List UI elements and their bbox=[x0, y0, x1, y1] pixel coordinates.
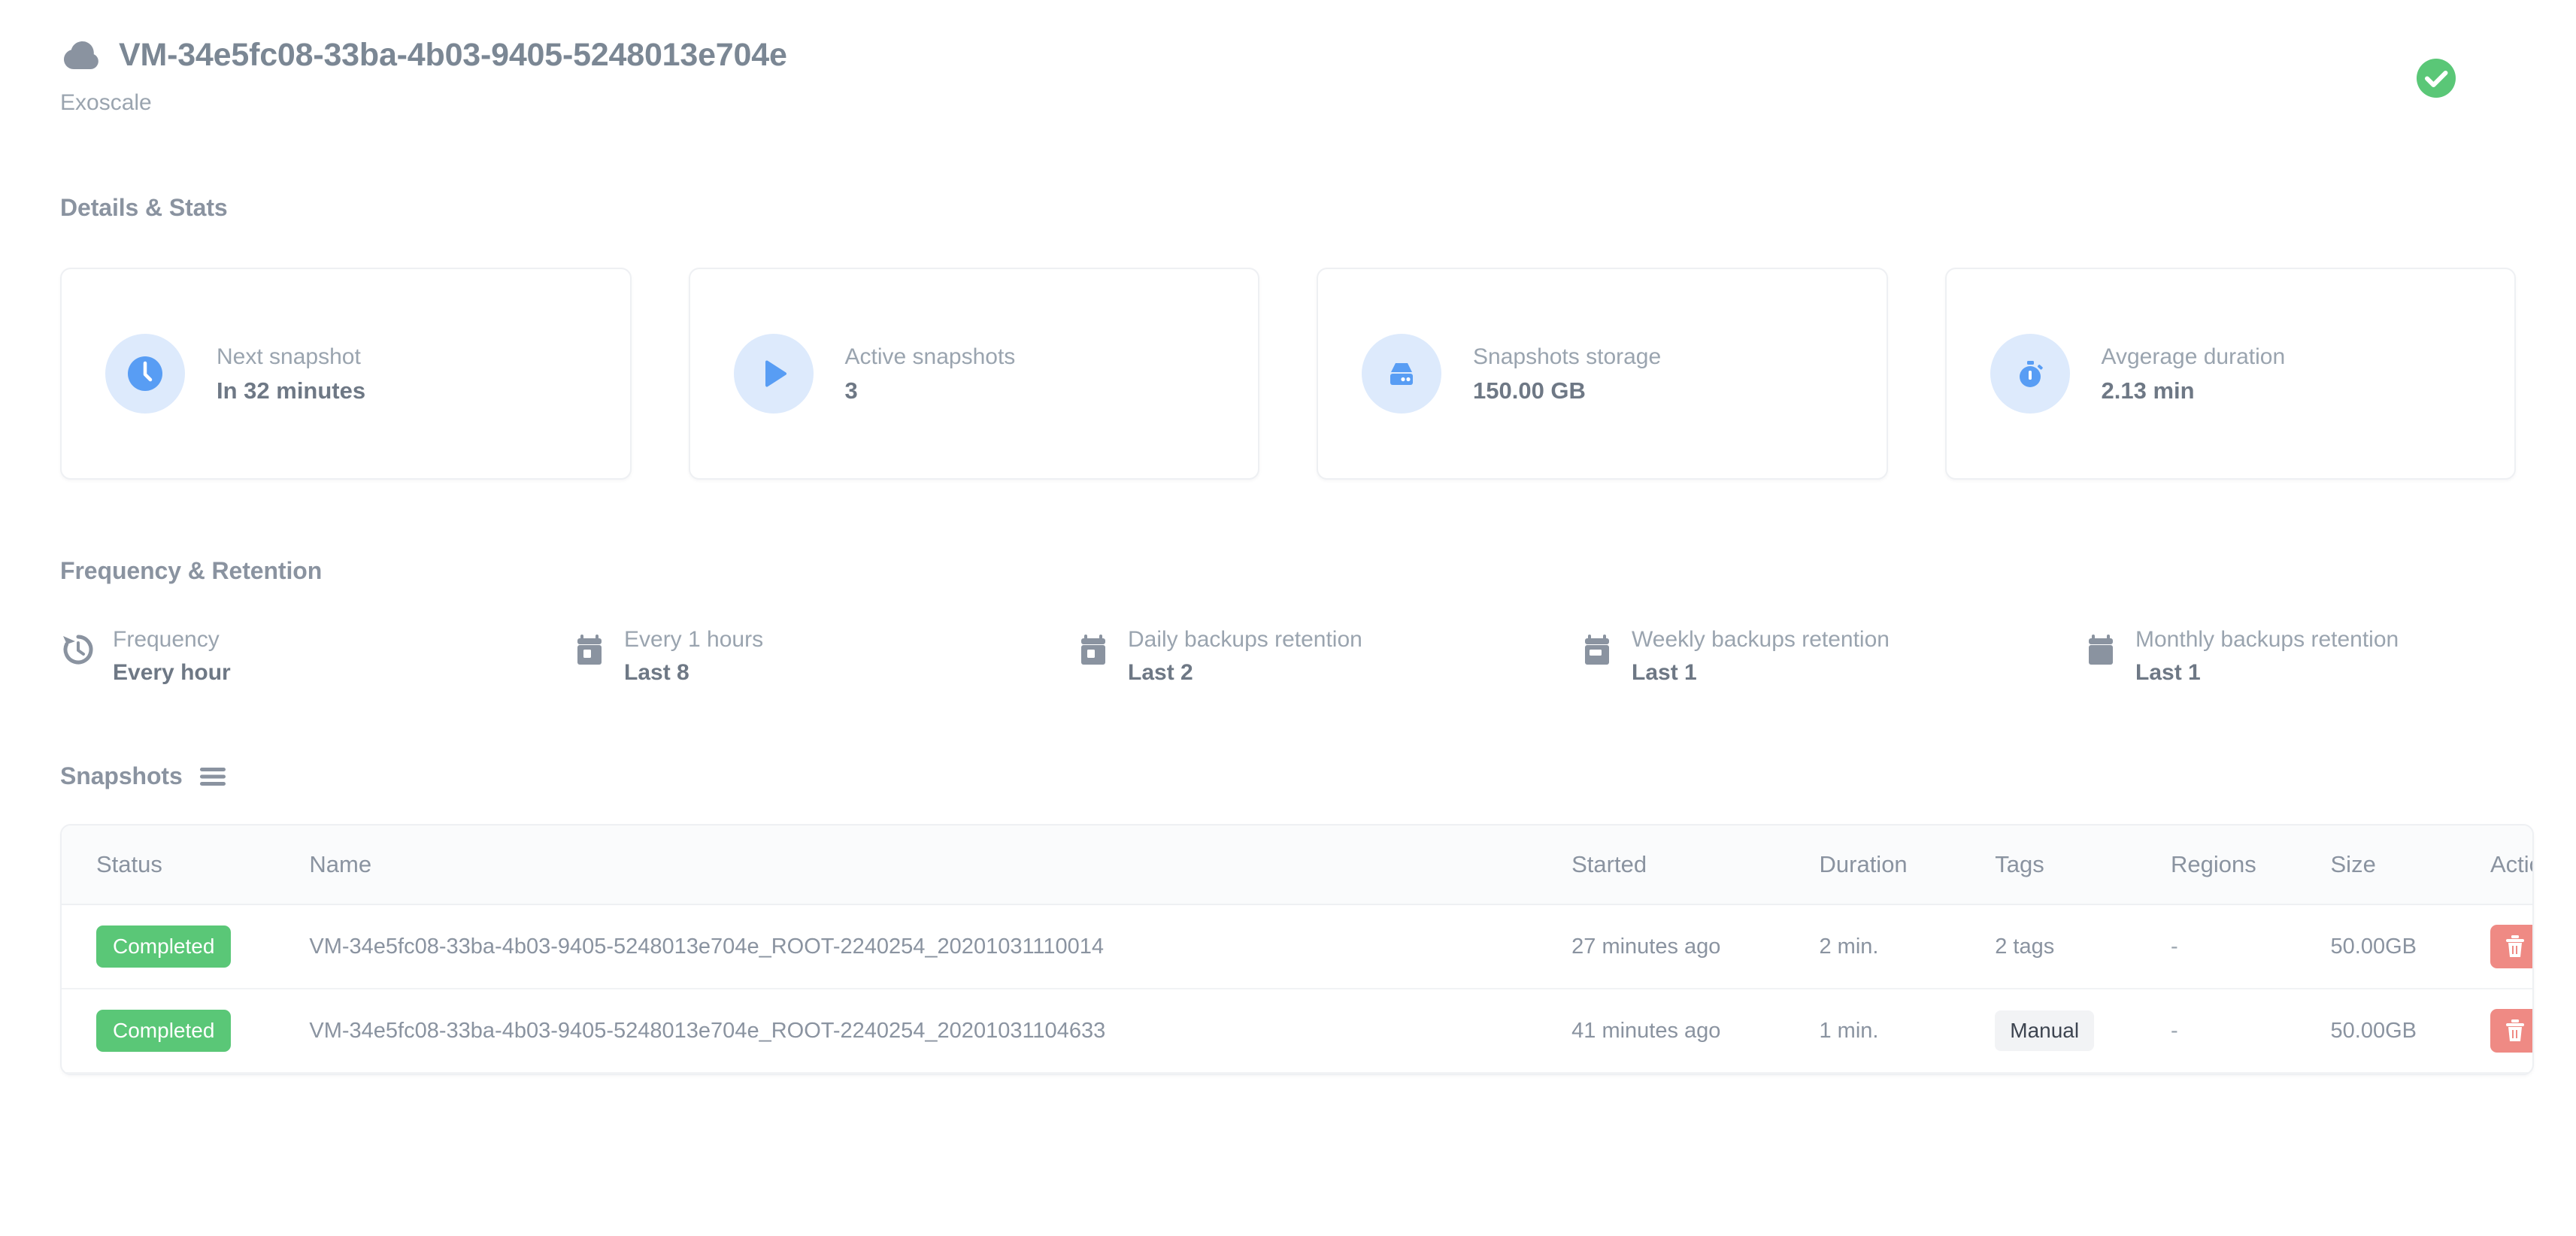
cell-actions bbox=[2490, 989, 2532, 1074]
snapshots-header: Snapshots bbox=[60, 762, 2516, 790]
stat-card-label: Next snapshot bbox=[217, 344, 361, 369]
snapshots-table-container: Status Name Started Duration Tags Region… bbox=[60, 824, 2534, 1075]
frequency-item-value: Last 8 bbox=[624, 660, 689, 685]
cloud-icon bbox=[60, 41, 99, 71]
table-row[interactable]: Completed VM-34e5fc08-33ba-4b03-9405-524… bbox=[62, 904, 2532, 989]
details-section-title: Details & Stats bbox=[60, 194, 228, 221]
cell-tags[interactable]: Manual bbox=[1995, 989, 2171, 1074]
frequency-item-monthly-retention: Monthly backups retention Last 1 bbox=[2083, 629, 2399, 684]
frequency-item-value: Last 1 bbox=[2135, 660, 2201, 685]
page-title: VM-34e5fc08-33ba-4b03-9405-5248013e704e bbox=[119, 37, 787, 73]
frequency-item-every-1-hours: Every 1 hours Last 8 bbox=[571, 629, 1075, 684]
play-icon bbox=[733, 334, 814, 414]
delete-button[interactable] bbox=[2490, 925, 2532, 968]
frequency-item-weekly-retention: Weekly backups retention Last 1 bbox=[1579, 629, 2083, 684]
cell-status: Completed bbox=[62, 904, 310, 989]
column-header-status[interactable]: Status bbox=[62, 826, 310, 905]
stats-card-row: Next snapshot In 32 minutes Active snaps… bbox=[60, 268, 2516, 480]
clock-icon bbox=[105, 334, 185, 414]
frequency-section-title: Frequency & Retention bbox=[60, 557, 323, 584]
frequency-item-value: Last 1 bbox=[1632, 660, 1697, 685]
frequency-item-label: Weekly backups retention bbox=[1632, 627, 1890, 652]
delete-button[interactable] bbox=[2490, 1009, 2532, 1053]
vm-backup-detail-page: VM-34e5fc08-33ba-4b03-9405-5248013e704e … bbox=[0, 0, 2576, 1236]
column-header-actions: Actions bbox=[2490, 826, 2532, 905]
provider-label: Exoscale bbox=[60, 90, 152, 115]
vm-title-row: VM-34e5fc08-33ba-4b03-9405-5248013e704e bbox=[60, 39, 2516, 71]
stat-card-label: Active snapshots bbox=[844, 344, 1016, 369]
cell-tags[interactable]: 2 tags bbox=[1995, 904, 2171, 989]
stat-card-value: 150.00 GB bbox=[1473, 377, 1586, 404]
frequency-item-label: Monthly backups retention bbox=[2135, 627, 2399, 652]
stat-card-value: In 32 minutes bbox=[217, 377, 366, 404]
calendar-icon bbox=[1579, 632, 1615, 668]
stat-card-snapshots-storage: Snapshots storage 150.00 GB bbox=[1317, 268, 1888, 480]
history-icon bbox=[60, 632, 96, 668]
stat-card-label: Snapshots storage bbox=[1473, 344, 1662, 369]
cell-name: VM-34e5fc08-33ba-4b03-9405-5248013e704e_… bbox=[309, 904, 1572, 989]
calendar-icon bbox=[1075, 632, 1111, 668]
calendar-icon bbox=[2083, 632, 2119, 668]
status-badge: Completed bbox=[96, 1010, 232, 1052]
stat-card-value: 2.13 min bbox=[2101, 377, 2195, 404]
snapshots-section-title: Snapshots bbox=[60, 762, 183, 789]
cell-size: 50.00GB bbox=[2330, 904, 2490, 989]
stat-card-active-snapshots: Active snapshots 3 bbox=[688, 268, 1259, 480]
frequency-item-value: Last 2 bbox=[1128, 660, 1193, 685]
hamburger-icon[interactable] bbox=[199, 765, 226, 788]
cell-regions: - bbox=[2171, 989, 2331, 1074]
frequency-row: Frequency Every hour Every 1 hours Last … bbox=[60, 629, 2516, 684]
frequency-item-daily-retention: Daily backups retention Last 2 bbox=[1075, 629, 1579, 684]
frequency-item-frequency: Frequency Every hour bbox=[60, 629, 571, 684]
column-header-name[interactable]: Name bbox=[309, 826, 1572, 905]
frequency-item-label: Frequency bbox=[113, 627, 220, 652]
stopwatch-icon bbox=[1990, 334, 2070, 414]
frequency-item-value: Every hour bbox=[113, 660, 231, 685]
column-header-regions[interactable]: Regions bbox=[2171, 826, 2331, 905]
trash-icon bbox=[2504, 934, 2526, 959]
column-header-duration[interactable]: Duration bbox=[1819, 826, 1996, 905]
check-circle-icon bbox=[2417, 59, 2456, 98]
table-head: Status Name Started Duration Tags Region… bbox=[62, 826, 2532, 905]
frequency-item-label: Daily backups retention bbox=[1128, 627, 1362, 652]
cell-name: VM-34e5fc08-33ba-4b03-9405-5248013e704e_… bbox=[309, 989, 1572, 1074]
stat-card-value: 3 bbox=[844, 377, 858, 404]
column-header-tags[interactable]: Tags bbox=[1995, 826, 2171, 905]
stat-card-label: Avgerage duration bbox=[2101, 344, 2286, 369]
tag-chip[interactable]: Manual bbox=[1995, 1010, 2095, 1051]
cell-started: 27 minutes ago bbox=[1571, 904, 1820, 989]
table-header-row: Status Name Started Duration Tags Region… bbox=[62, 826, 2532, 905]
column-header-started[interactable]: Started bbox=[1571, 826, 1820, 905]
stat-card-average-duration: Avgerage duration 2.13 min bbox=[1944, 268, 2516, 480]
frequency-item-label: Every 1 hours bbox=[624, 627, 764, 652]
column-header-size[interactable]: Size bbox=[2330, 826, 2490, 905]
status-badge: Completed bbox=[96, 925, 232, 968]
trash-icon bbox=[2504, 1018, 2526, 1044]
stat-card-next-snapshot: Next snapshot In 32 minutes bbox=[60, 268, 632, 480]
cell-regions: - bbox=[2171, 904, 2331, 989]
calendar-icon bbox=[571, 632, 608, 668]
hard-drive-icon bbox=[1362, 334, 1441, 414]
cell-duration: 2 min. bbox=[1819, 904, 1996, 989]
table-row[interactable]: Completed VM-34e5fc08-33ba-4b03-9405-524… bbox=[62, 989, 2532, 1074]
cell-status: Completed bbox=[62, 989, 310, 1074]
snapshots-table: Status Name Started Duration Tags Region… bbox=[62, 826, 2532, 1074]
cell-started: 41 minutes ago bbox=[1571, 989, 1820, 1074]
table-body: Completed VM-34e5fc08-33ba-4b03-9405-524… bbox=[62, 904, 2532, 1074]
cell-duration: 1 min. bbox=[1819, 989, 1996, 1074]
cell-actions bbox=[2490, 904, 2532, 989]
cell-size: 50.00GB bbox=[2330, 989, 2490, 1074]
page-header: VM-34e5fc08-33ba-4b03-9405-5248013e704e … bbox=[60, 0, 2516, 116]
